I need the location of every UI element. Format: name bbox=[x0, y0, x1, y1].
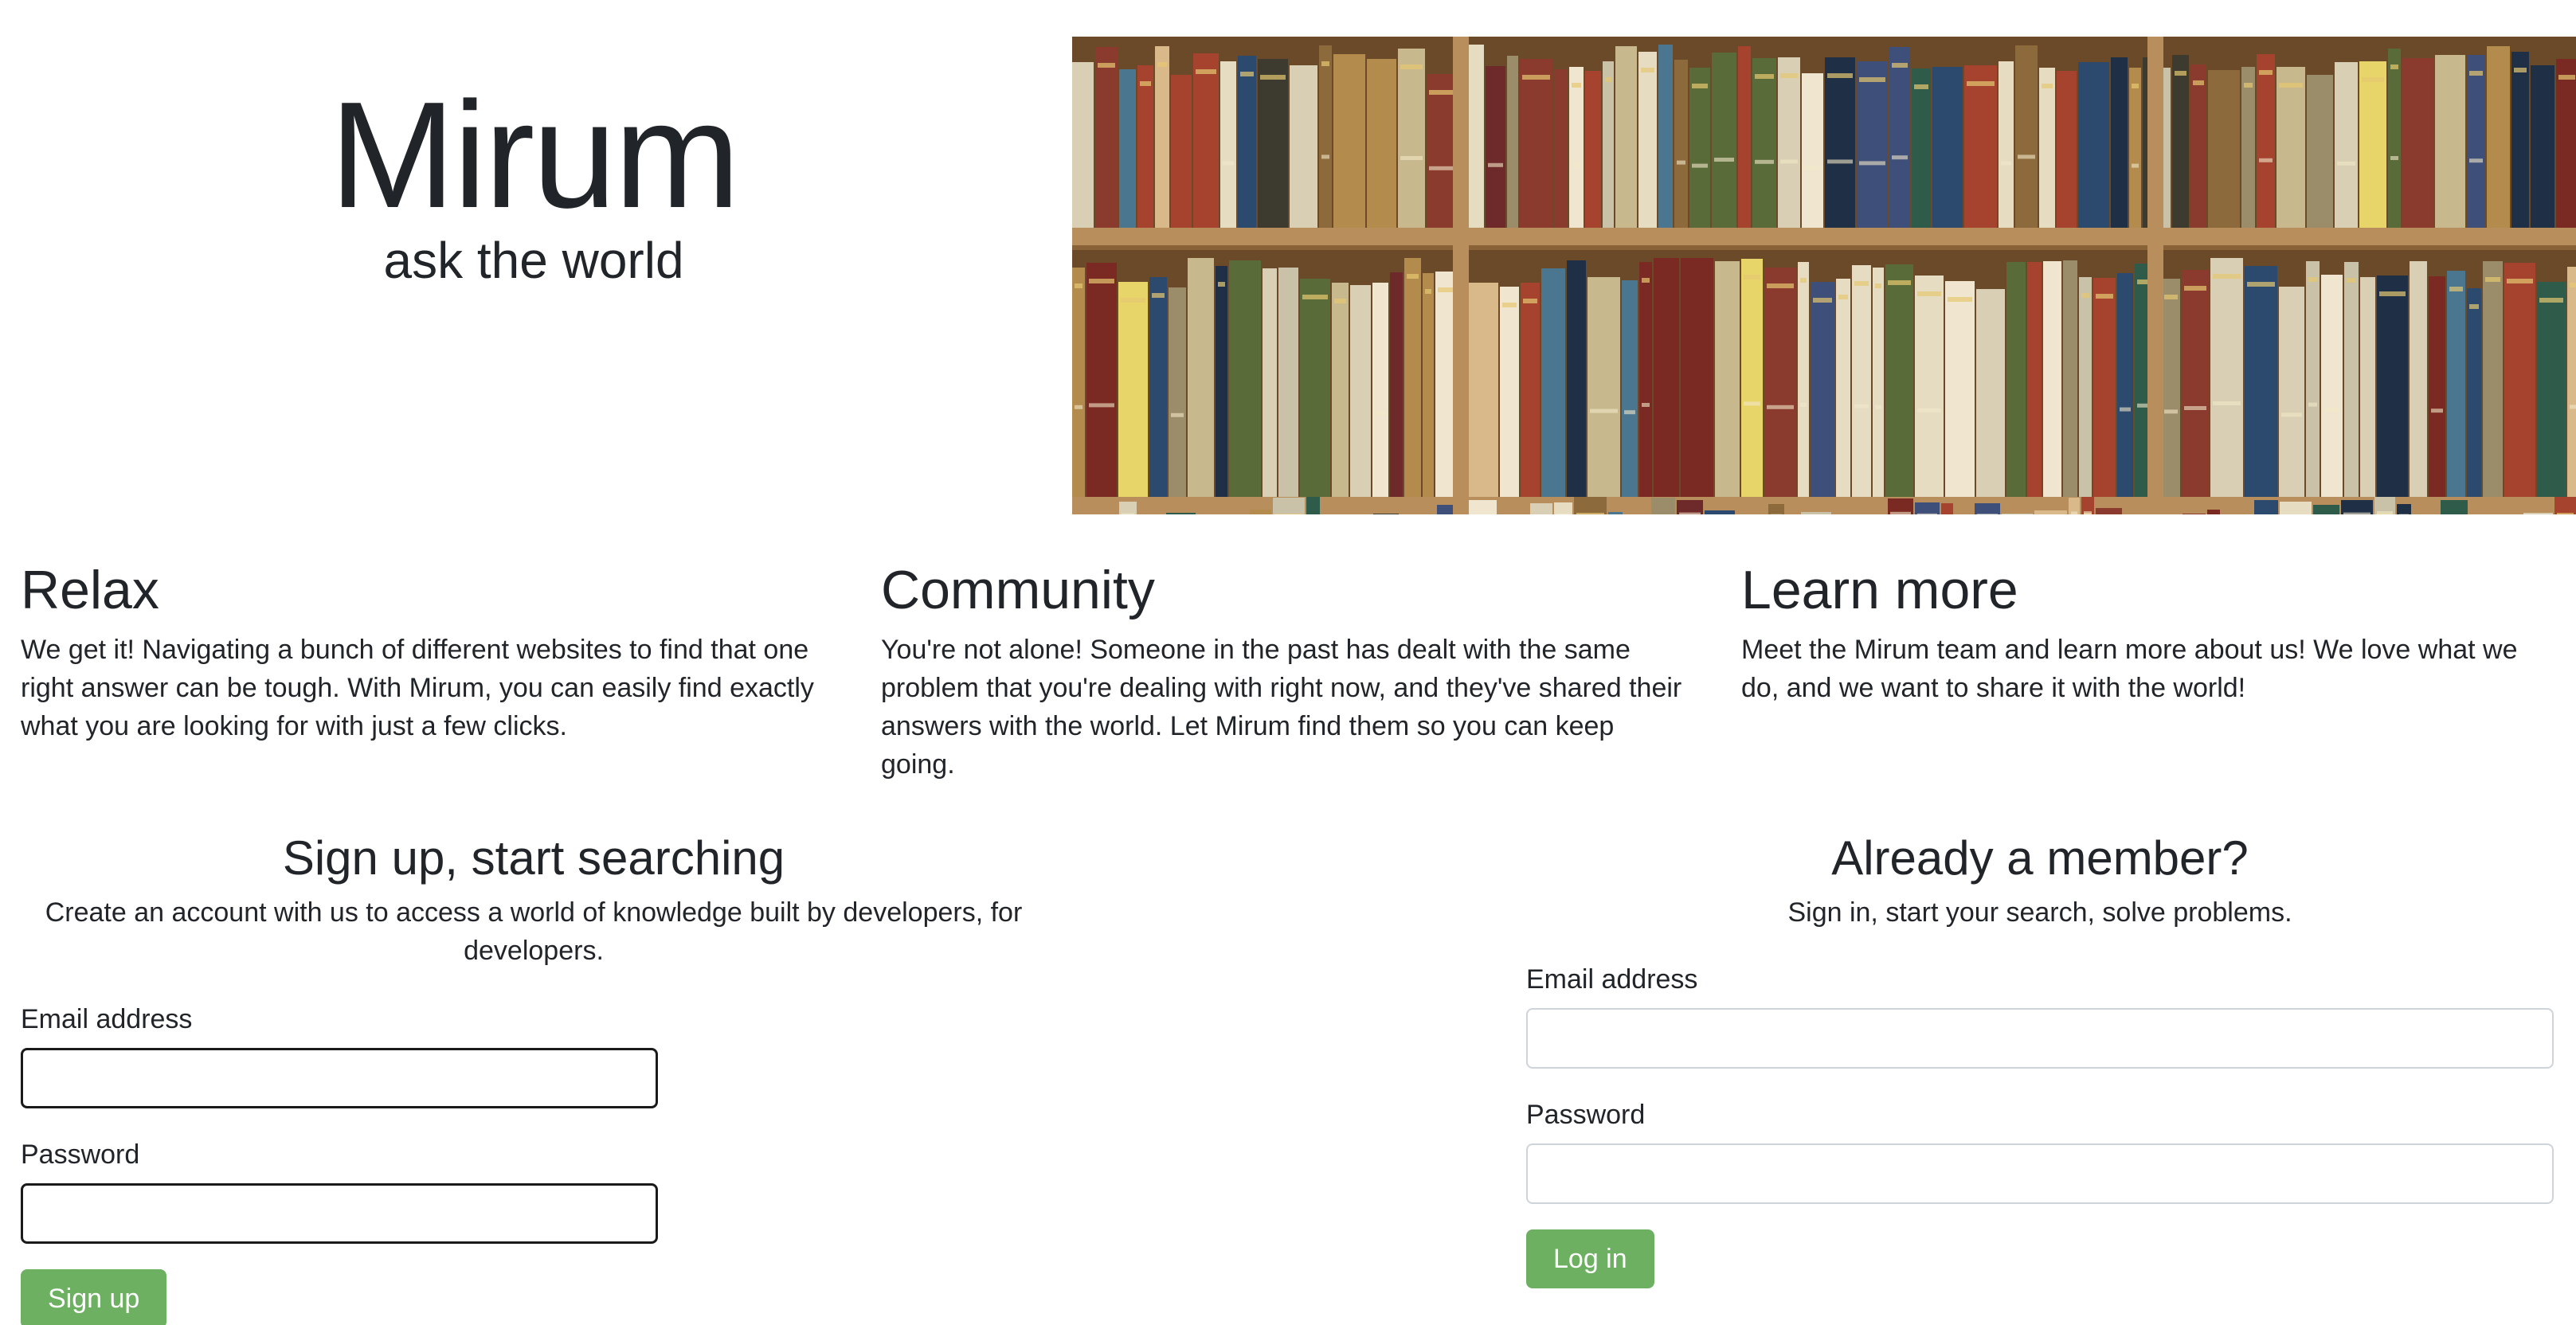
signup-button[interactable]: Sign up bbox=[21, 1269, 167, 1325]
login-description: Sign in, start your search, solve proble… bbox=[1787, 897, 2292, 928]
brand-block: Mirum ask the world bbox=[0, 76, 1067, 292]
feature-community: Community You're not alone! Someone in t… bbox=[881, 557, 1693, 784]
login-button[interactable]: Log in bbox=[1526, 1229, 1654, 1288]
feature-body: Meet the Mirum team and learn more about… bbox=[1741, 635, 2518, 703]
feature-heading: Relax bbox=[21, 560, 159, 620]
signup-description: Create an account with us to access a wo… bbox=[45, 897, 1023, 966]
site-title: Mirum bbox=[329, 71, 741, 240]
signup-password-label: Password bbox=[21, 1139, 140, 1170]
feature-heading: Community bbox=[881, 560, 1155, 620]
login-password-field[interactable] bbox=[1526, 1143, 2554, 1204]
signup-form: Sign up, start searching Create an accou… bbox=[21, 828, 1047, 1325]
landing-page: Mirum ask the world Relax We get it! Nav… bbox=[0, 0, 2576, 1325]
login-password-label: Password bbox=[1526, 1100, 1646, 1130]
signup-heading: Sign up, start searching bbox=[282, 831, 785, 885]
feature-heading: Learn more bbox=[1741, 560, 2018, 620]
bookshelf-image bbox=[1072, 37, 2576, 514]
site-tagline: ask the world bbox=[383, 232, 684, 289]
feature-body: We get it! Navigating a bunch of differe… bbox=[21, 635, 814, 741]
signup-email-field[interactable] bbox=[21, 1048, 658, 1108]
feature-body: You're not alone! Someone in the past ha… bbox=[881, 635, 1682, 780]
signup-password-field[interactable] bbox=[21, 1183, 658, 1244]
login-heading: Already a member? bbox=[1831, 831, 2249, 885]
login-form: Already a member? Sign in, start your se… bbox=[1526, 828, 2554, 1288]
feature-relax: Relax We get it! Navigating a bunch of d… bbox=[21, 557, 833, 745]
signup-email-label: Email address bbox=[21, 1004, 193, 1034]
login-email-field[interactable] bbox=[1526, 1008, 2554, 1069]
login-email-label: Email address bbox=[1526, 964, 1698, 995]
feature-learn-more: Learn more Meet the Mirum team and learn… bbox=[1741, 557, 2562, 707]
